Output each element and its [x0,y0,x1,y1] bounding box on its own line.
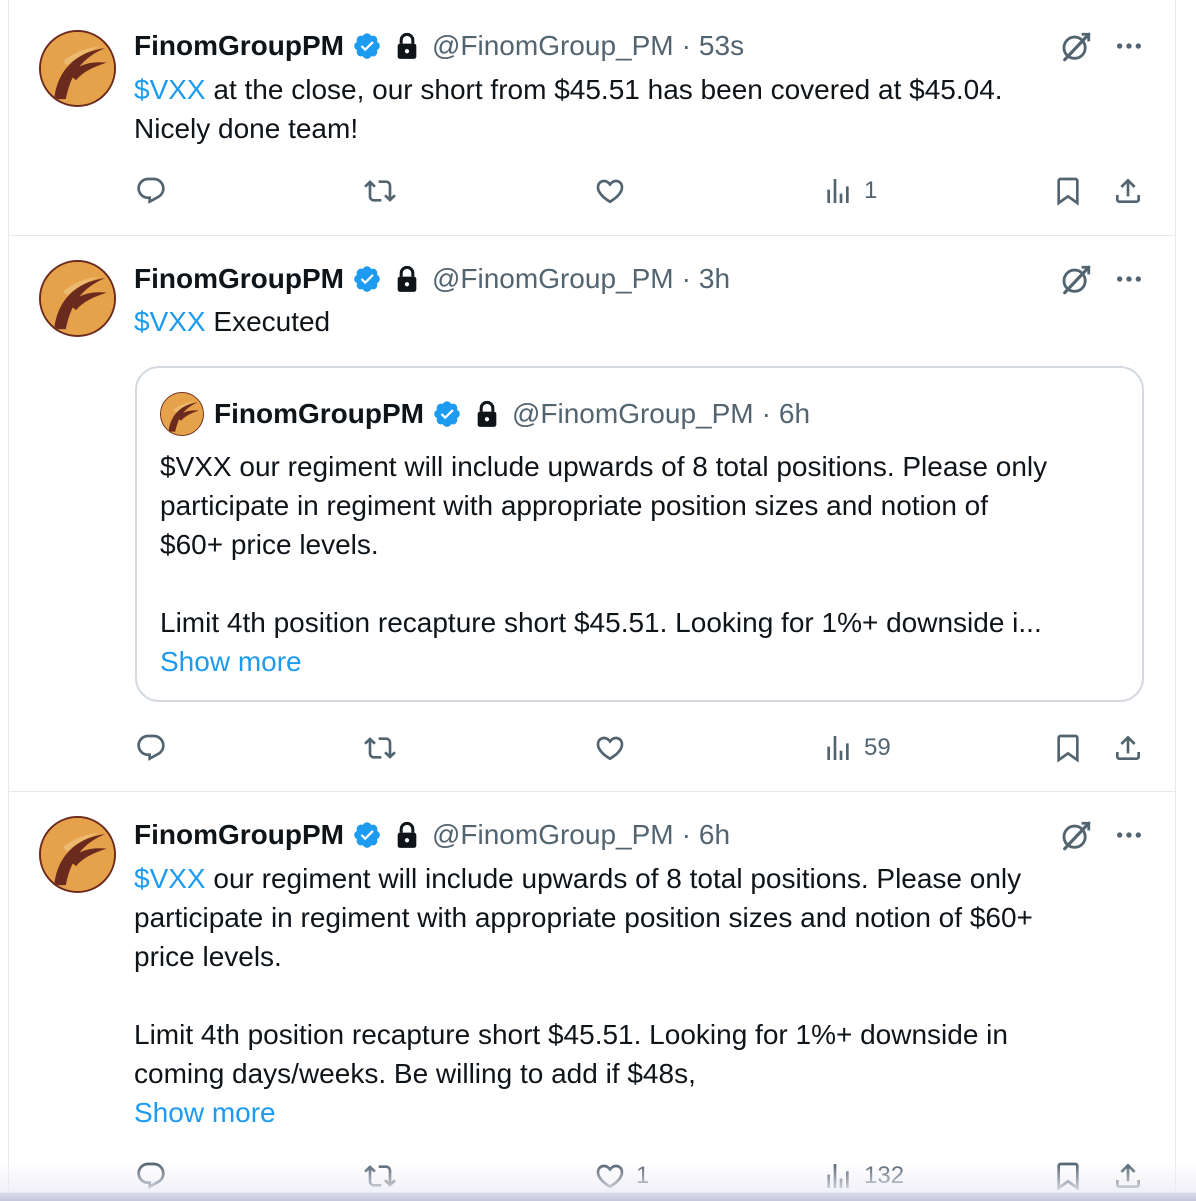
separator-dot: · [681,263,691,294]
heart-icon [594,732,626,764]
tweet-header: FinomGroupPM @FinomGroup_PM · 6h [134,815,730,855]
bookmark-icon [1052,732,1084,764]
views-icon [822,175,854,207]
display-name[interactable]: FinomGroupPM [134,26,344,66]
show-more-link[interactable]: Show more [160,642,302,681]
tweet-text-line: Nicely done team! [134,113,359,144]
tweet-text: $VXX our regiment will include upwards o… [134,859,1021,898]
more-icon[interactable] [1113,263,1145,295]
tweet-text: $VXX Executed [134,302,330,341]
heart-icon [594,175,626,207]
retweet-icon [364,175,396,207]
reply-button[interactable] [135,173,167,209]
verified-badge-icon [352,31,382,61]
views-button[interactable]: 59 [822,730,891,766]
quoted-tweet-header: FinomGroupPM @FinomGroup_PM · 6h [214,394,810,434]
handle[interactable]: @FinomGroup_PM [432,259,674,299]
verified-badge-icon [352,820,382,850]
display-name[interactable]: FinomGroupPM [134,259,344,299]
avatar[interactable] [39,30,116,107]
tweet-text-line: participate in regiment with appropriate… [134,902,1033,933]
lock-icon [394,32,420,60]
views-button[interactable]: 1 [822,173,877,209]
tweet-text-line: price levels. [134,941,282,972]
tweet-text-line: at the close, our short from $45.51 has … [205,74,1003,105]
lock-icon [394,265,420,293]
quoted-text-line: $VXX our regiment will include upwards o… [160,451,1048,482]
bookmark-button[interactable] [1052,173,1084,209]
grok-icon[interactable] [1059,30,1093,64]
timestamp[interactable]: 3h [699,259,730,299]
quoted-display-name: FinomGroupPM [214,398,424,429]
more-icon[interactable] [1113,819,1145,851]
tweet[interactable]: FinomGroupPM @FinomGroup_PM · 6h $VXX ou… [9,792,1175,1200]
tweet-header: FinomGroupPM @FinomGroup_PM · 53s [134,26,744,66]
lock-icon [474,400,500,428]
reply-button[interactable] [135,730,167,766]
views-count: 59 [864,734,891,761]
bottom-fade [0,1163,1196,1193]
quoted-timestamp: 6h [778,398,811,429]
grok-icon[interactable] [1059,263,1093,297]
reply-icon [135,732,167,764]
tweet-text-line: our regiment will include upwards of 8 t… [205,863,1022,894]
views-count: 1 [864,177,878,204]
share-button[interactable] [1112,173,1144,209]
cashtag-link[interactable]: $VXX [134,306,206,337]
reply-icon [135,175,167,207]
tweet-text-line: Executed [205,306,331,337]
separator-dot: · [761,398,771,429]
cashtag-link[interactable]: $VXX [134,74,206,105]
retweet-button[interactable] [364,173,396,209]
views-icon [822,732,854,764]
tweet-text-line: coming days/weeks. Be willing to add if … [134,1058,696,1089]
tweet[interactable]: FinomGroupPM @FinomGroup_PM · 53s $VXX a… [9,0,1175,235]
share-icon [1112,732,1144,764]
tweet-header: FinomGroupPM @FinomGroup_PM · 3h [134,259,730,299]
avatar[interactable] [39,816,116,893]
bookmark-icon [1052,175,1084,207]
handle[interactable]: @FinomGroup_PM [432,815,674,855]
tweet-text: $VXX at the close, our short from $45.51… [134,70,1003,109]
quoted-text-line: $60+ price levels. [160,529,379,560]
grok-icon[interactable] [1059,819,1093,853]
quoted-avatar [160,392,204,436]
like-button[interactable] [594,730,626,766]
timestamp[interactable]: 6h [699,815,730,855]
avatar[interactable] [39,260,116,337]
quoted-text-line: participate in regiment with appropriate… [160,490,989,521]
bookmark-button[interactable] [1052,730,1084,766]
verified-badge-icon [432,399,462,429]
show-more-link[interactable]: Show more [134,1093,276,1132]
like-button[interactable] [594,173,626,209]
retweet-button[interactable] [364,730,396,766]
separator-dot: · [681,30,691,61]
verified-badge-icon [352,264,382,294]
share-button[interactable] [1112,730,1144,766]
tweet-text-line: Limit 4th position recapture short $45.5… [134,1019,1008,1050]
separator-dot: · [681,819,691,850]
quoted-handle: @FinomGroup_PM [511,398,754,429]
retweet-icon [364,732,396,764]
timeline: FinomGroupPM @FinomGroup_PM · 53s $VXX a… [8,0,1176,1200]
more-icon[interactable] [1113,30,1145,62]
lock-icon [394,821,420,849]
quoted-text-line: Limit 4th position recapture short $45.5… [160,607,1042,638]
handle[interactable]: @FinomGroup_PM [432,26,674,66]
timestamp[interactable]: 53s [699,26,744,66]
cashtag-link[interactable]: $VXX [134,863,206,894]
display-name[interactable]: FinomGroupPM [134,815,344,855]
share-icon [1112,175,1144,207]
quoted-tweet-card[interactable]: FinomGroupPM @FinomGroup_PM · 6h $VXX ou… [135,366,1144,702]
